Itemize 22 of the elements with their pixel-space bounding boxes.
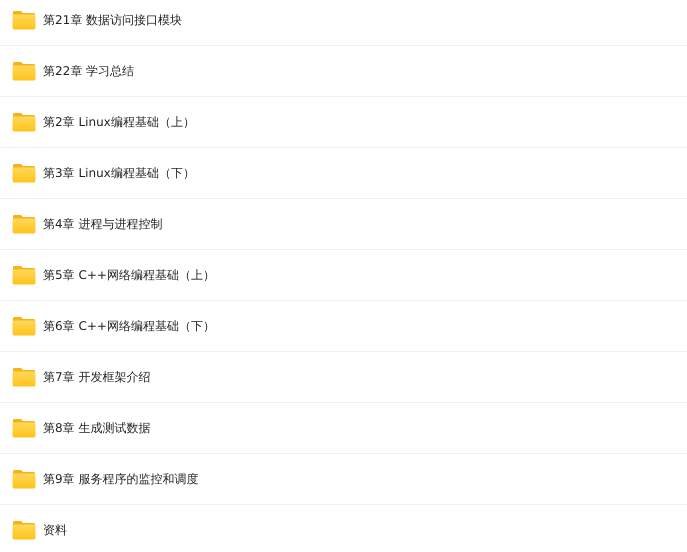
folder-icon: [12, 367, 36, 387]
folder-icon: [12, 10, 36, 30]
folder-name[interactable]: 第4章 进程与进程控制: [43, 216, 162, 232]
folder-icon: [12, 418, 36, 438]
folder-icon: [12, 265, 36, 285]
folder-name[interactable]: 第6章 C++网络编程基础（下）: [43, 318, 215, 334]
folder-icon: [12, 112, 36, 132]
folder-name[interactable]: 第21章 数据访问接口模块: [43, 12, 182, 28]
folder-icon: [12, 214, 36, 234]
folder-icon: [12, 61, 36, 81]
folder-name[interactable]: 第2章 Linux编程基础（上）: [43, 114, 195, 130]
folder-icon: [12, 469, 36, 489]
folder-icon: [12, 316, 36, 336]
folder-name[interactable]: 第5章 C++网络编程基础（上）: [43, 266, 215, 284]
folder-icon: [12, 520, 36, 540]
folder-name[interactable]: 第9章 服务程序的监控和调度: [43, 470, 198, 488]
folder-icon: [12, 163, 36, 183]
folder-name[interactable]: 第7章 开发框架介绍: [43, 368, 150, 386]
folder-name[interactable]: 第3章 Linux编程基础（下）: [43, 164, 195, 182]
folder-name[interactable]: 第8章 生成测试数据: [43, 420, 150, 436]
folder-name[interactable]: 第22章 学习总结: [43, 62, 134, 80]
folder-name[interactable]: 资料: [43, 522, 67, 538]
